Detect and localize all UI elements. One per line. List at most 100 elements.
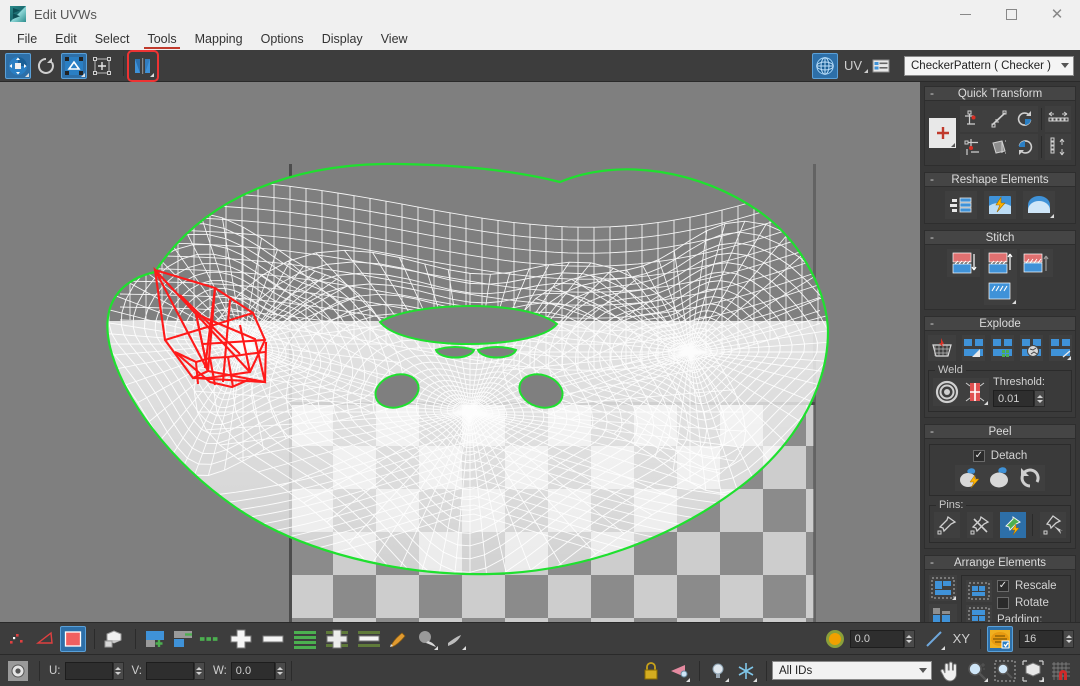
- w-value-field[interactable]: 0.0: [231, 662, 275, 680]
- filter-unselected-faces-icon[interactable]: [170, 626, 196, 652]
- space-vertical-icon[interactable]: [1045, 134, 1071, 160]
- weld-selected-icon[interactable]: [961, 378, 989, 406]
- xy-axis-label[interactable]: XY: [953, 631, 970, 646]
- v-spinner[interactable]: [194, 662, 205, 680]
- rotate-checkbox[interactable]: Rotate: [997, 597, 1057, 609]
- align-vertical-icon[interactable]: [960, 106, 986, 132]
- freeform-mode-button[interactable]: [89, 53, 115, 79]
- rollout-header-arrange-elements[interactable]: - Arrange Elements: [924, 555, 1076, 570]
- straighten-selection-icon[interactable]: [986, 106, 1012, 132]
- scale-selected-subobject-button[interactable]: [61, 53, 87, 79]
- pin-icon[interactable]: [934, 512, 960, 538]
- falloff-value-field[interactable]: 0.0: [850, 630, 904, 648]
- rollout-header-peel[interactable]: - Peel: [924, 424, 1076, 439]
- shrink-selection-icon[interactable]: [258, 626, 288, 652]
- lock-selection-icon[interactable]: [638, 658, 664, 684]
- grid-density-spinner[interactable]: [1063, 630, 1074, 648]
- menu-select[interactable]: Select: [86, 28, 139, 50]
- grow-selection-icon[interactable]: [226, 626, 256, 652]
- peel-mode-icon[interactable]: [985, 465, 1015, 491]
- edge-subobject-icon[interactable]: [32, 626, 58, 652]
- rotate-90-ccw-icon[interactable]: [1012, 106, 1038, 132]
- menu-tools[interactable]: Tools: [138, 28, 185, 50]
- pan-hand-icon[interactable]: [936, 658, 962, 684]
- stitch-dialog-icon[interactable]: [984, 277, 1017, 305]
- align-element-to-edge-icon[interactable]: [986, 134, 1012, 160]
- weld-threshold-spinner[interactable]: [1034, 390, 1045, 407]
- v-value-field[interactable]: [146, 662, 194, 680]
- collapse-icon[interactable]: -: [930, 425, 934, 438]
- quick-peel-icon[interactable]: [984, 191, 1016, 219]
- pack-normalize-icon[interactable]: [929, 575, 957, 601]
- reset-peel-icon[interactable]: [1015, 465, 1045, 491]
- move-to-center-icon[interactable]: [929, 118, 956, 148]
- pelt-map-icon[interactable]: [1023, 191, 1055, 219]
- rollout-header-explode[interactable]: - Explode: [924, 316, 1076, 331]
- menu-view[interactable]: View: [372, 28, 417, 50]
- map-list-icon[interactable]: [868, 53, 894, 79]
- maximize-button[interactable]: [988, 0, 1034, 28]
- unpin-icon[interactable]: [967, 512, 993, 538]
- rollout-header-stitch[interactable]: - Stitch: [924, 230, 1076, 245]
- menu-mapping[interactable]: Mapping: [186, 28, 252, 50]
- weld-threshold-field[interactable]: 0.01: [993, 390, 1034, 407]
- rollout-header-reshape-elements[interactable]: - Reshape Elements: [924, 172, 1076, 187]
- collapse-icon[interactable]: -: [930, 173, 934, 186]
- collapse-icon[interactable]: -: [930, 87, 934, 100]
- loop-uv-icon[interactable]: [290, 626, 320, 652]
- stitch-source-icon[interactable]: [947, 249, 980, 277]
- flip-horizontal-icon[interactable]: [666, 658, 692, 684]
- paint-select-icon[interactable]: [386, 626, 412, 652]
- loop-grow-icon[interactable]: [322, 626, 352, 652]
- relax-until-flat-icon[interactable]: [945, 191, 977, 219]
- pack-linear-icon[interactable]: [966, 580, 992, 602]
- w-spinner[interactable]: [275, 662, 286, 680]
- freeze-icon[interactable]: [733, 658, 759, 684]
- loop-shrink-icon[interactable]: [354, 626, 384, 652]
- break-by-angle-icon[interactable]: [962, 335, 985, 361]
- zoom-icon[interactable]: [964, 658, 990, 684]
- detach-checkbox[interactable]: ✓ Detach: [934, 450, 1066, 462]
- soft-selection-icon[interactable]: [414, 626, 440, 652]
- falloff-curve-icon[interactable]: [921, 626, 947, 652]
- snap-magnet-icon[interactable]: [1048, 658, 1074, 684]
- rescale-checkbox[interactable]: ✓ Rescale: [997, 580, 1057, 592]
- mirror-tool-button[interactable]: [130, 53, 156, 79]
- grid-display-icon[interactable]: [987, 626, 1013, 652]
- collapse-icon[interactable]: -: [930, 556, 934, 569]
- menu-options[interactable]: Options: [252, 28, 313, 50]
- uv-edit-canvas[interactable]: [0, 82, 920, 622]
- target-weld-icon[interactable]: [933, 378, 961, 406]
- uv-channel-label[interactable]: UV: [844, 58, 862, 73]
- rollout-header-quick-transform[interactable]: - Quick Transform: [924, 86, 1076, 101]
- rotate-90-cw-icon[interactable]: [1012, 134, 1038, 160]
- space-horizontal-icon[interactable]: [1045, 106, 1071, 132]
- grid-density-field[interactable]: 16: [1019, 630, 1063, 648]
- menu-edit[interactable]: Edit: [46, 28, 86, 50]
- vertex-subobject-icon[interactable]: [4, 626, 30, 652]
- material-id-combo[interactable]: All IDs: [772, 661, 932, 680]
- break-icon[interactable]: [928, 335, 956, 361]
- collapse-icon[interactable]: -: [930, 317, 934, 330]
- filter-pins-icon[interactable]: [1040, 512, 1066, 538]
- show-hidden-edges-icon[interactable]: [705, 658, 731, 684]
- menu-display[interactable]: Display: [313, 28, 372, 50]
- filter-selected-faces-icon[interactable]: [142, 626, 168, 652]
- soft-selection-falloff-icon[interactable]: [442, 626, 468, 652]
- break-options-icon[interactable]: [1049, 335, 1072, 361]
- collapse-icon[interactable]: -: [930, 231, 934, 244]
- face-subobject-icon[interactable]: [60, 626, 86, 652]
- detach-checkbox-box[interactable]: ✓: [973, 450, 985, 462]
- u-spinner[interactable]: [113, 662, 124, 680]
- minimize-button[interactable]: [942, 0, 988, 28]
- center-pivot-icon[interactable]: [4, 658, 32, 684]
- element-subobject-icon[interactable]: [101, 626, 127, 652]
- break-by-material-id-icon[interactable]: [991, 335, 1014, 361]
- zoom-extents-icon[interactable]: [1020, 658, 1046, 684]
- pin-selected-icon[interactable]: [1000, 512, 1026, 538]
- map-selector-combo[interactable]: CheckerPattern ( Checker ): [904, 56, 1074, 76]
- orange-dot-icon[interactable]: [822, 626, 848, 652]
- break-by-smoothing-group-icon[interactable]: [1020, 335, 1043, 361]
- stitch-custom-icon[interactable]: [1020, 249, 1053, 277]
- u-value-field[interactable]: [65, 662, 113, 680]
